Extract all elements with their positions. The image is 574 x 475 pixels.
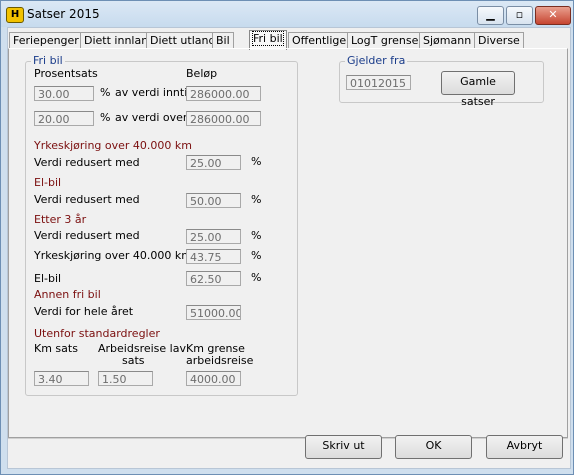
etter3-value-input[interactable]: 25.00 [186, 229, 241, 244]
tab-bil[interactable]: Bil [212, 32, 234, 49]
row2-text: av verdi over [115, 111, 188, 124]
pct-symbol: % [251, 249, 262, 262]
yrkes-label: Verdi redusert med [34, 156, 140, 169]
pct-row2-input[interactable]: 20.00 [34, 111, 94, 126]
annen-header: Annen fri bil [34, 288, 101, 301]
annen-value-input[interactable]: 51000.00 [186, 305, 241, 320]
tab-offentlige[interactable]: Offentlige [288, 32, 351, 49]
tab-sjomann[interactable]: Sjømann [419, 32, 476, 49]
amount-row1-input[interactable]: 286000.00 [186, 86, 261, 101]
title-bar[interactable]: H Satser 2015 ▁ ▫ ✕ [1, 1, 573, 27]
ok-button[interactable]: OK [395, 435, 472, 459]
utenfor-header: Utenfor standardregler [34, 327, 160, 340]
gjelder-fra-group: Gjelder fra 01012015 Gamle satser [339, 54, 544, 108]
fri-bil-legend: Fri bil [31, 54, 65, 67]
yrkes-header: Yrkeskjøring over 40.000 km [34, 139, 193, 152]
minimize-icon: ▁ [486, 8, 495, 21]
maximize-button[interactable]: ▫ [506, 6, 533, 25]
elbil-header: El-bil [34, 176, 62, 189]
pct-row1-input[interactable]: 30.00 [34, 86, 94, 101]
maximize-icon: ▫ [515, 8, 524, 21]
etter3-elbil-label: El-bil [34, 272, 62, 285]
km-sats-label: Km sats [34, 342, 78, 355]
tab-feriepenger[interactable]: Feriepenger [9, 32, 83, 49]
etter3-yrkes-label: Yrkeskjøring over 40.000 km [34, 249, 193, 262]
satser-window: H Satser 2015 ▁ ▫ ✕ Feriepenger Diett in… [0, 0, 574, 475]
app-icon: H [6, 7, 24, 23]
tab-fri-bil[interactable]: Fri bil [249, 30, 287, 50]
tab-diett-utland[interactable]: Diett utland [146, 32, 220, 49]
annen-label: Verdi for hele året [34, 305, 134, 318]
tab-diverse[interactable]: Diverse [474, 32, 524, 49]
fri-bil-group: Fri bil Prosentsats Beløp 30.00 % av ver… [25, 54, 298, 396]
row1-text: av verdi inntil [115, 86, 191, 99]
print-button[interactable]: Skriv ut [305, 435, 382, 459]
gamle-satser-button[interactable]: Gamle satser [441, 71, 515, 108]
gjelder-fra-date-input[interactable]: 01012015 [346, 75, 411, 90]
cancel-button[interactable]: Avbryt [486, 435, 563, 459]
pct-symbol: % [251, 193, 262, 206]
elbil-label: Verdi redusert med [34, 193, 140, 206]
etter3-elbil-input[interactable]: 62.50 [186, 271, 241, 286]
etter3-label: Verdi redusert med [34, 229, 140, 242]
tab-logt-grenser[interactable]: LogT grenser [347, 32, 427, 49]
footer-divider [8, 438, 568, 439]
pct-symbol: % [251, 155, 262, 168]
km-sats-input[interactable]: 3.40 [34, 371, 89, 386]
pct-symbol: % [100, 86, 111, 99]
etter3-yrkes-input[interactable]: 43.75 [186, 249, 241, 264]
yrkes-value-input[interactable]: 25.00 [186, 155, 241, 170]
etter3-header: Etter 3 år [34, 213, 87, 226]
arbeid-lav-label-2: sats [122, 354, 145, 367]
prosentsats-label: Prosentsats [34, 67, 98, 80]
pct-symbol: % [251, 271, 262, 284]
window-title: Satser 2015 [27, 7, 100, 21]
km-grense-input[interactable]: 4000.00 [186, 371, 241, 386]
km-grense-label-2: arbeidsreise [186, 354, 254, 367]
close-button[interactable]: ✕ [535, 6, 571, 25]
amount-row2-input[interactable]: 286000.00 [186, 111, 261, 126]
tab-strip: Feriepenger Diett innland Diett utland B… [8, 30, 568, 50]
belop-label: Beløp [186, 67, 218, 80]
gjelder-fra-legend: Gjelder fra [345, 54, 408, 67]
close-icon: ✕ [548, 8, 558, 21]
arbeid-lav-input[interactable]: 1.50 [98, 371, 153, 386]
minimize-button[interactable]: ▁ [477, 6, 504, 25]
pct-symbol: % [100, 111, 111, 124]
dialog-client: Feriepenger Diett innland Diett utland B… [7, 27, 571, 469]
pct-symbol: % [251, 229, 262, 242]
elbil-value-input[interactable]: 50.00 [186, 193, 241, 208]
tab-panel-fri-bil: Fri bil Prosentsats Beløp 30.00 % av ver… [8, 48, 568, 438]
